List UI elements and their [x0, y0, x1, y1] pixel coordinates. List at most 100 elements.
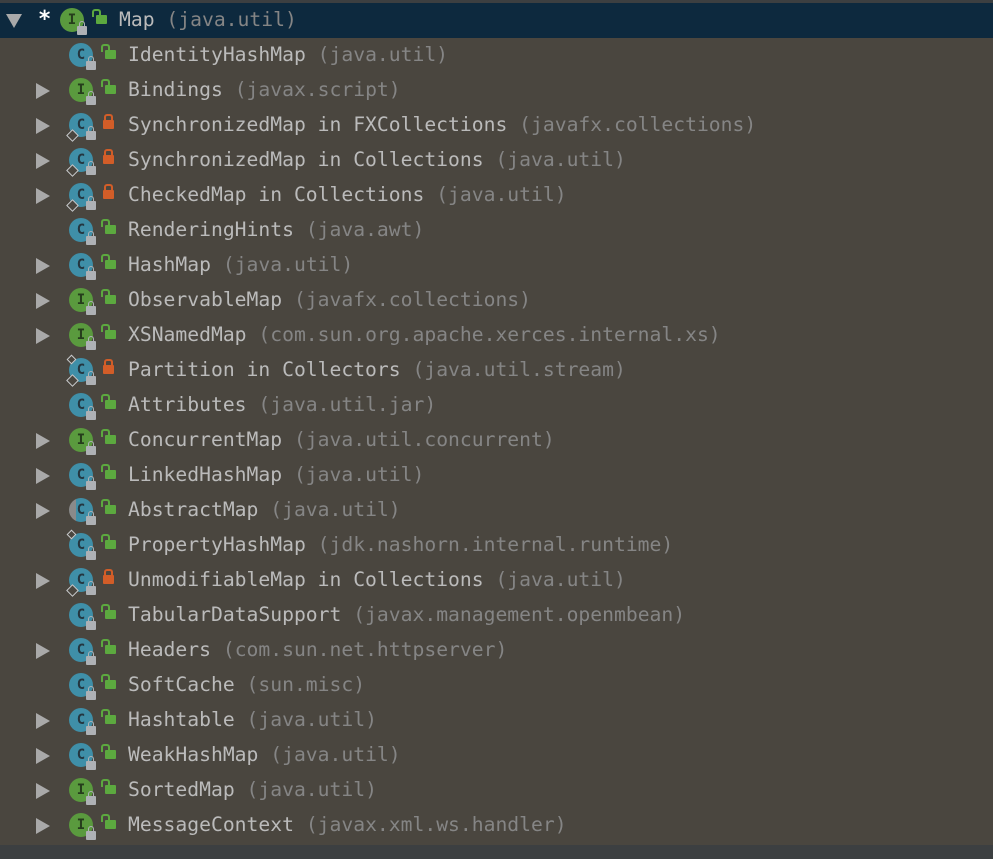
tree-item[interactable]: I XSNamedMap (com.sun.org.apache.xerces.i… — [0, 318, 993, 353]
tree-item[interactable]: I Bindings (javax.script) — [0, 73, 993, 108]
class-name: PropertyHashMap — [128, 533, 306, 556]
tree-item[interactable]: C Attributes (java.util.jar) — [0, 388, 993, 423]
type-hierarchy-tree[interactable]: * I Map (java.util) C IdentityHashMap (ja… — [0, 3, 993, 843]
package-name: (java.util) — [270, 498, 401, 521]
expand-arrow-icon[interactable] — [36, 713, 50, 729]
package-name: (java.util) — [222, 253, 354, 276]
focus-marker: * — [38, 7, 52, 32]
package-name: (java.awt) — [305, 218, 425, 241]
readonly-lock-icon — [86, 231, 96, 245]
class-name: RenderingHints — [128, 218, 294, 241]
class-name: TabularDataSupport — [128, 603, 342, 626]
collapse-arrow-icon[interactable] — [6, 14, 22, 28]
package-name: (java.util) — [246, 708, 377, 731]
class-name: SynchronizedMap in FXCollections — [128, 113, 508, 136]
package-name: (java.util.concurrent) — [293, 428, 555, 451]
package-name: (javax.management.openmbean) — [353, 603, 686, 626]
tree-item[interactable]: C Hashtable (java.util) — [0, 703, 993, 738]
package-name: (javafx.collections) — [519, 113, 757, 136]
tree-item[interactable]: C IdentityHashMap (java.util) — [0, 38, 993, 73]
public-access-icon — [101, 429, 116, 444]
tree-item[interactable]: C LinkedHashMap (java.util) — [0, 458, 993, 493]
readonly-lock-icon — [86, 266, 96, 280]
package-name: (java.util) — [495, 148, 626, 171]
package-name: (java.util) — [293, 463, 425, 486]
readonly-lock-icon — [86, 161, 96, 175]
readonly-lock-icon — [86, 56, 96, 70]
public-access-icon — [101, 79, 116, 94]
expand-arrow-icon[interactable] — [36, 818, 50, 834]
class-name: Attributes — [128, 393, 247, 416]
public-access-icon — [101, 779, 116, 794]
readonly-lock-icon — [86, 126, 96, 140]
package-name: (java.util) — [495, 568, 626, 591]
private-access-icon — [103, 184, 114, 199]
tree-item[interactable]: I MessageContext (javax.xml.ws.handler) — [0, 808, 993, 843]
expand-arrow-icon[interactable] — [36, 503, 50, 519]
tree-item[interactable]: C RenderingHints (java.awt) — [0, 213, 993, 248]
package-name: (javafx.collections) — [293, 288, 532, 311]
readonly-lock-icon — [86, 826, 96, 840]
tree-item[interactable]: C Partition in Collectors (java.util.stre… — [0, 353, 993, 388]
expand-arrow-icon[interactable] — [36, 118, 50, 134]
package-name: (java.util) — [270, 743, 401, 766]
class-name: AbstractMap — [128, 498, 259, 521]
tree-item[interactable]: I SortedMap (java.util) — [0, 773, 993, 808]
package-name: (jdk.nashorn.internal.runtime) — [317, 533, 674, 556]
readonly-lock-icon — [86, 721, 96, 735]
public-access-icon — [101, 744, 116, 759]
expand-arrow-icon[interactable] — [36, 153, 50, 169]
class-name: WeakHashMap — [128, 743, 259, 766]
tree-item[interactable]: C UnmodifiableMap in Collections (java.ut… — [0, 563, 993, 598]
tree-item[interactable]: C Headers (com.sun.net.httpserver) — [0, 633, 993, 668]
package-name: (com.sun.org.apache.xerces.internal.xs) — [258, 323, 721, 346]
tree-item[interactable]: C CheckedMap in Collections (java.util) — [0, 178, 993, 213]
tree-item[interactable]: C TabularDataSupport (javax.management.op… — [0, 598, 993, 633]
tree-item[interactable]: C SoftCache (sun.misc) — [0, 668, 993, 703]
readonly-lock-icon — [86, 686, 96, 700]
class-name: Map — [119, 8, 155, 31]
expand-arrow-icon[interactable] — [36, 188, 50, 204]
tree-item[interactable]: C PropertyHashMap (jdk.nashorn.internal.r… — [0, 528, 993, 563]
public-access-icon — [101, 814, 116, 829]
expand-arrow-icon[interactable] — [36, 468, 50, 484]
package-name: (javax.script) — [234, 78, 401, 101]
class-name: MessageContext — [128, 813, 294, 836]
expand-arrow-icon[interactable] — [36, 293, 50, 309]
tree-item[interactable]: C WeakHashMap (java.util) — [0, 738, 993, 773]
package-name: (java.util) — [436, 183, 567, 206]
tree-item[interactable]: C SynchronizedMap in FXCollections (javaf… — [0, 108, 993, 143]
public-access-icon — [101, 44, 116, 59]
private-access-icon — [103, 149, 114, 164]
expand-arrow-icon[interactable] — [36, 573, 50, 589]
tree-item[interactable]: C SynchronizedMap in Collections (java.ut… — [0, 143, 993, 178]
class-name: UnmodifiableMap in Collections — [128, 568, 484, 591]
readonly-lock-icon — [86, 756, 96, 770]
readonly-lock-icon — [86, 651, 96, 665]
expand-arrow-icon[interactable] — [36, 643, 50, 659]
tree-item[interactable]: I ConcurrentMap (java.util.concurrent) — [0, 423, 993, 458]
expand-arrow-icon[interactable] — [36, 433, 50, 449]
expand-arrow-icon[interactable] — [36, 783, 50, 799]
readonly-lock-icon — [86, 336, 96, 350]
tree-item[interactable]: C AbstractMap (java.util) — [0, 493, 993, 528]
expand-arrow-icon[interactable] — [36, 258, 50, 274]
readonly-lock-icon — [77, 21, 87, 35]
readonly-lock-icon — [86, 616, 96, 630]
readonly-lock-icon — [86, 406, 96, 420]
expand-arrow-icon[interactable] — [36, 748, 50, 764]
tree-root-map[interactable]: * I Map (java.util) — [0, 3, 993, 38]
public-access-icon — [101, 464, 116, 479]
package-name: (javax.xml.ws.handler) — [305, 813, 567, 836]
class-name: SortedMap — [128, 778, 235, 801]
private-access-icon — [103, 569, 114, 584]
class-name: Headers — [128, 638, 211, 661]
package-name: (java.util) — [166, 8, 297, 31]
tree-item[interactable]: C HashMap (java.util) — [0, 248, 993, 283]
expand-arrow-icon[interactable] — [36, 83, 50, 99]
public-access-icon — [101, 499, 116, 514]
bottom-scroll-area — [0, 845, 993, 859]
expand-arrow-icon[interactable] — [36, 328, 50, 344]
tree-item[interactable]: I ObservableMap (javafx.collections) — [0, 283, 993, 318]
public-access-icon — [101, 254, 116, 269]
